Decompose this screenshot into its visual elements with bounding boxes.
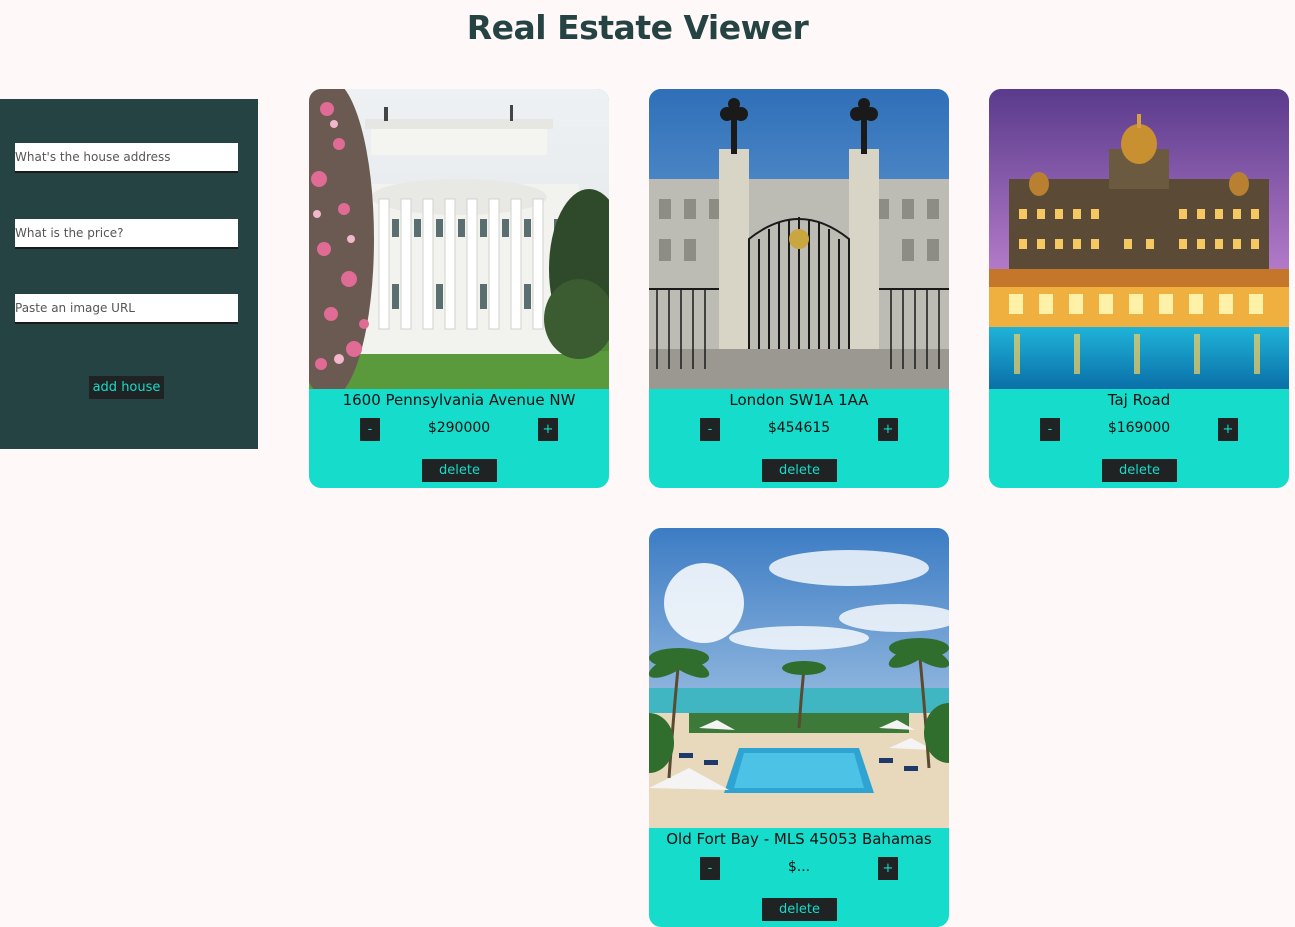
house-price: $... [787, 859, 811, 875]
house-card: London SW1A 1AA - $454615 + delete [649, 89, 949, 488]
beach-villa-photo [649, 528, 949, 828]
increase-price-button[interactable]: + [878, 418, 898, 441]
house-address: 1600 Pennsylvania Avenue NW [342, 391, 576, 409]
delete-house-button[interactable]: delete [762, 898, 837, 921]
delete-house-button[interactable]: delete [1102, 459, 1177, 482]
increase-price-button[interactable]: + [1218, 418, 1238, 441]
address-input[interactable] [15, 143, 238, 173]
white-house-photo [309, 89, 609, 389]
delete-house-button[interactable]: delete [762, 459, 837, 482]
add-house-button[interactable]: add house [89, 376, 164, 399]
decrease-price-button[interactable]: - [700, 418, 720, 441]
house-card: Taj Road - $169000 + delete [989, 89, 1289, 488]
house-address: London SW1A 1AA [729, 391, 869, 409]
add-house-form: add house [0, 99, 258, 449]
image-url-input[interactable] [15, 294, 238, 324]
page-title: Real Estate Viewer [466, 8, 809, 47]
house-card: Old Fort Bay - MLS 45053 Bahamas - $... … [649, 528, 949, 927]
palace-gate-photo [649, 89, 949, 389]
increase-price-button[interactable]: + [878, 857, 898, 880]
house-price: $169000 [1107, 420, 1171, 436]
decrease-price-button[interactable]: - [1040, 418, 1060, 441]
house-card: 1600 Pennsylvania Avenue NW - $290000 + … [309, 89, 609, 488]
house-price: $454615 [767, 420, 831, 436]
price-input[interactable] [15, 219, 238, 249]
decrease-price-button[interactable]: - [700, 857, 720, 880]
house-price: $290000 [427, 420, 491, 436]
house-address: Taj Road [1107, 391, 1171, 409]
delete-house-button[interactable]: delete [422, 459, 497, 482]
palace-hotel-photo [989, 89, 1289, 389]
house-address: Old Fort Bay - MLS 45053 Bahamas [666, 830, 932, 848]
increase-price-button[interactable]: + [538, 418, 558, 441]
decrease-price-button[interactable]: - [360, 418, 380, 441]
